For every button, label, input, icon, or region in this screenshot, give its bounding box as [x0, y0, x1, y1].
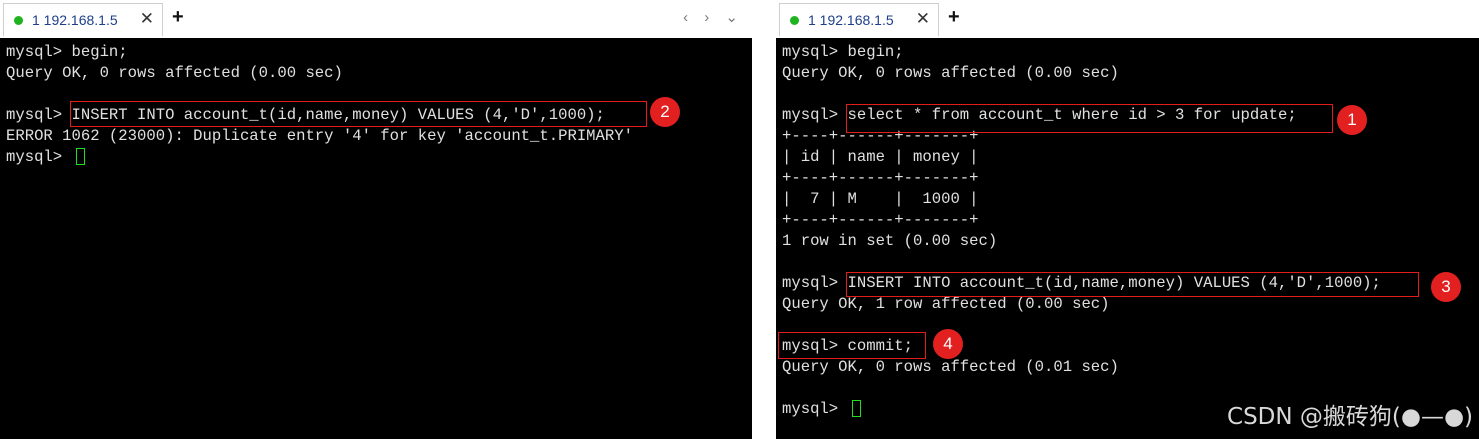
left-tab-close-icon[interactable]: ✕ — [140, 9, 154, 29]
highlight-box-select-for-update — [846, 104, 1333, 133]
left-terminal-pane: 1 192.168.1.5 ✕ + ‹ › ⌄ mysql> begin; Qu… — [0, 0, 752, 439]
right-terminal-output[interactable]: mysql> begin; Query OK, 0 rows affected … — [776, 38, 1479, 439]
highlight-box-insert — [70, 101, 647, 127]
left-terminal-output[interactable]: mysql> begin; Query OK, 0 rows affected … — [0, 38, 752, 439]
terminal-cursor[interactable] — [75, 148, 85, 165]
terminal-line: mysql> begin; — [782, 43, 904, 61]
table-border-line: +----+------+-------+ — [782, 211, 979, 229]
prompt-text: mysql> — [782, 400, 848, 418]
left-tab-bar: 1 192.168.1.5 ✕ + ‹ › ⌄ — [0, 0, 752, 39]
terminal-cursor[interactable] — [851, 400, 861, 417]
table-border-line: +----+------+-------+ — [782, 169, 979, 187]
terminal-line: Query OK, 0 rows affected (0.00 sec) — [6, 64, 343, 82]
right-session-tab-title[interactable]: 1 192.168.1.5 — [808, 12, 894, 28]
tab-scroll-arrows-icon[interactable]: ‹ › ⌄ — [683, 8, 744, 26]
prompt-text: mysql> — [6, 148, 72, 166]
connected-status-icon — [14, 16, 23, 25]
right-new-tab-button[interactable]: + — [948, 6, 960, 29]
right-session-tab[interactable]: 1 192.168.1.5 ✕ — [779, 3, 939, 36]
right-tab-bar: 1 192.168.1.5 ✕ + — [776, 0, 1479, 39]
terminal-line: Query OK, 0 rows affected (0.01 sec) — [782, 358, 1119, 376]
right-tab-close-icon[interactable]: ✕ — [916, 9, 930, 29]
table-header-line: | id | name | money | — [782, 148, 979, 166]
left-new-tab-button[interactable]: + — [172, 6, 184, 29]
terminal-line: ERROR 1062 (23000): Duplicate entry '4' … — [6, 127, 633, 145]
step-badge: 3 — [1431, 272, 1461, 302]
step-badge: 4 — [933, 329, 963, 359]
left-session-tab-title[interactable]: 1 192.168.1.5 — [32, 12, 118, 28]
terminal-prompt-line: mysql> — [6, 147, 85, 168]
terminal-prompt-line: mysql> — [782, 399, 861, 420]
connected-status-icon — [790, 16, 799, 25]
highlight-box-commit — [778, 332, 926, 359]
terminal-line: Query OK, 0 rows affected (0.00 sec) — [782, 64, 1119, 82]
terminal-line: Query OK, 1 row affected (0.00 sec) — [782, 295, 1110, 313]
left-session-tab[interactable]: 1 192.168.1.5 ✕ — [3, 3, 163, 36]
pane-divider — [752, 0, 776, 439]
highlight-box-insert — [846, 272, 1419, 297]
step-badge: 1 — [1337, 105, 1367, 135]
right-terminal-pane: 1 192.168.1.5 ✕ + mysql> begin; Query OK… — [776, 0, 1479, 439]
step-badge: 2 — [650, 97, 680, 127]
terminal-line: 1 row in set (0.00 sec) — [782, 232, 998, 250]
terminal-line: mysql> begin; — [6, 43, 128, 61]
watermark: CSDN @搬砖狗(●—●) — [1227, 404, 1473, 430]
table-row-line: | 7 | M | 1000 | — [782, 190, 979, 208]
